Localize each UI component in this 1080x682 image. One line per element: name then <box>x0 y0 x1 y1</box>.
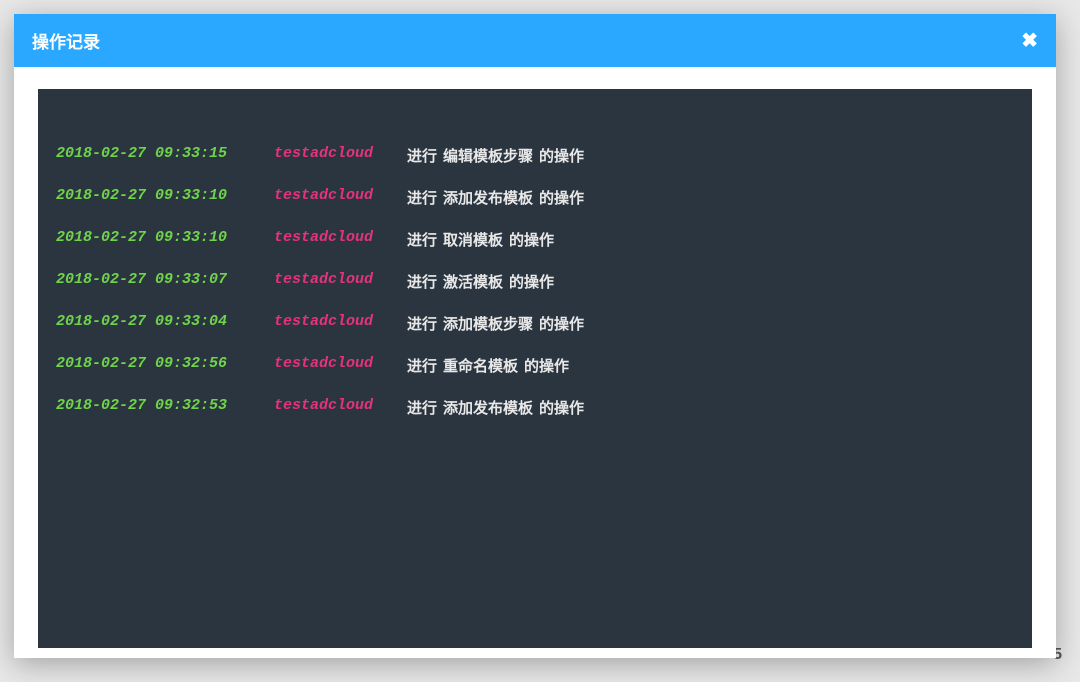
log-action: 进行添加发布模板的操作 <box>407 187 584 208</box>
log-action: 进行添加模板步骤的操作 <box>407 313 584 334</box>
log-prefix: 进行 <box>407 149 437 166</box>
log-line: 2018-02-27 09:33:10 testadcloud 进行取消模板的操作 <box>56 229 1014 250</box>
log-user: testadcloud <box>274 313 379 334</box>
log-timestamp: 2018-02-27 09:33:10 <box>56 229 246 250</box>
log-prefix: 进行 <box>407 317 437 334</box>
log-user: testadcloud <box>274 145 379 166</box>
log-action: 进行编辑模板步骤的操作 <box>407 145 584 166</box>
log-action: 进行取消模板的操作 <box>407 229 554 250</box>
log-prefix: 进行 <box>407 359 437 376</box>
log-suffix: 的操作 <box>539 401 584 418</box>
operation-log-modal: 操作记录 ✖ 2018-02-27 09:33:15testadcloud进行编… <box>14 14 1056 658</box>
log-prefix: 进行 <box>407 191 437 208</box>
log-action: 进行添加发布模板的操作 <box>407 397 584 418</box>
log-line: 2018-02-27 09:33:10 testadcloud 进行添加发布模板的操… <box>56 187 1014 208</box>
log-line: 2018-02-27 09:32:56 testadcloud 进行重命名模板的操作 <box>56 355 1014 376</box>
log-operation: 编辑模板步骤 <box>443 149 533 166</box>
log-suffix: 的操作 <box>524 359 569 376</box>
modal-body: 2018-02-27 09:33:15testadcloud进行编辑模板步骤的操… <box>14 67 1056 658</box>
log-suffix: 的操作 <box>509 233 554 250</box>
log-timestamp: 2018-02-27 09:32:56 <box>56 355 246 376</box>
log-user: testadcloud <box>274 355 379 376</box>
log-operation: 添加发布模板 <box>443 191 533 208</box>
modal-header: 操作记录 ✖ <box>14 14 1056 67</box>
log-terminal[interactable]: 2018-02-27 09:33:15testadcloud进行编辑模板步骤的操… <box>38 89 1032 648</box>
log-line: 2018-02-27 09:33:15 testadcloud 进行编辑模板步骤的操… <box>56 145 1014 166</box>
log-suffix: 的操作 <box>539 149 584 166</box>
log-user: testadcloud <box>274 229 379 250</box>
log-user: testadcloud <box>274 397 379 418</box>
log-operation: 取消模板 <box>443 233 503 250</box>
log-operation: 添加发布模板 <box>443 401 533 418</box>
log-operation: 激活模板 <box>443 275 503 292</box>
log-action: 进行激活模板的操作 <box>407 271 554 292</box>
log-user: testadcloud <box>274 187 379 208</box>
log-timestamp: 2018-02-27 09:33:04 <box>56 313 246 334</box>
log-suffix: 的操作 <box>539 317 584 334</box>
log-timestamp: 2018-02-27 09:33:10 <box>56 187 246 208</box>
log-prefix: 进行 <box>407 233 437 250</box>
log-suffix: 的操作 <box>509 275 554 292</box>
log-prefix: 进行 <box>407 401 437 418</box>
modal-title: 操作记录 <box>32 28 100 53</box>
log-operation: 添加模板步骤 <box>443 317 533 334</box>
log-line: 2018-02-27 09:33:04 testadcloud 进行添加模板步骤的操… <box>56 313 1014 334</box>
log-prefix: 进行 <box>407 275 437 292</box>
log-user: testadcloud <box>274 271 379 292</box>
close-icon[interactable]: ✖ <box>1021 31 1038 51</box>
log-line: 2018-02-27 09:32:53 testadcloud 进行添加发布模板的操… <box>56 397 1014 418</box>
log-timestamp: 2018-02-27 09:33:15 <box>56 145 246 166</box>
log-action: 进行重命名模板的操作 <box>407 355 569 376</box>
log-operation: 重命名模板 <box>443 359 518 376</box>
log-timestamp: 2018-02-27 09:32:53 <box>56 397 246 418</box>
log-line: 2018-02-27 09:33:07 testadcloud 进行激活模板的操作 <box>56 271 1014 292</box>
log-timestamp: 2018-02-27 09:33:07 <box>56 271 246 292</box>
log-suffix: 的操作 <box>539 191 584 208</box>
